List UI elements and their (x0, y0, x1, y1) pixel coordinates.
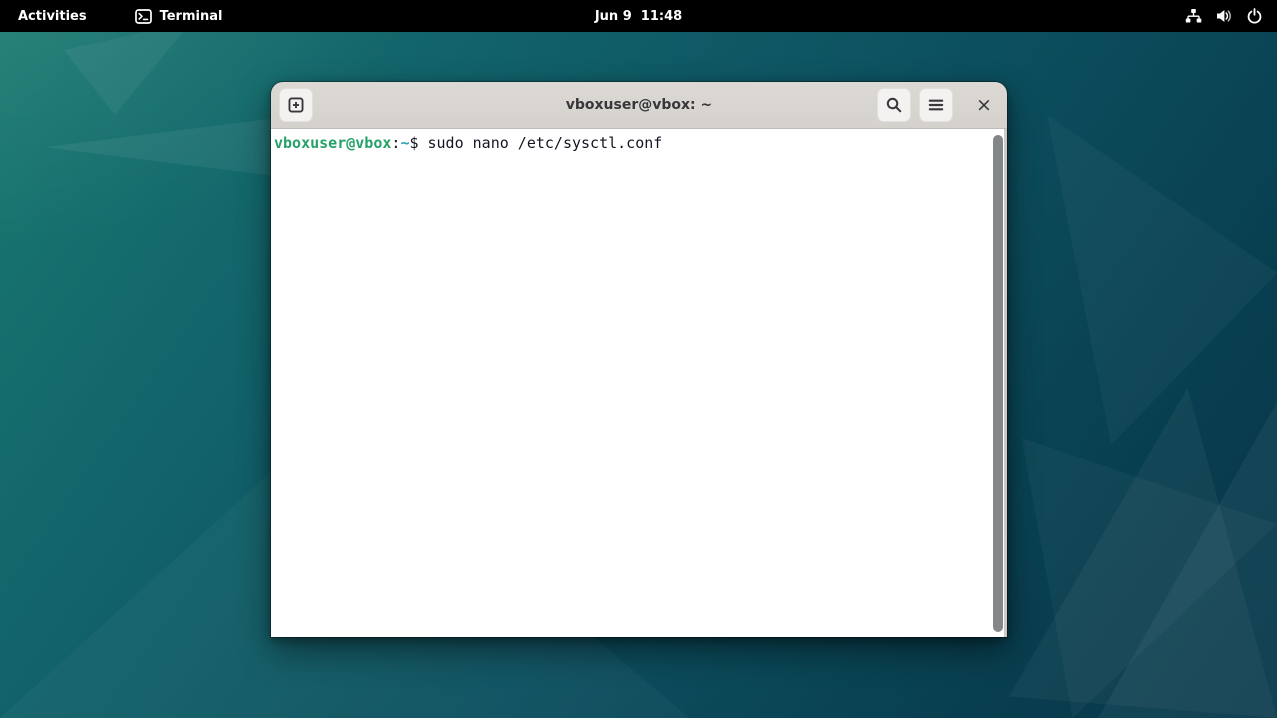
network-wired-icon (1185, 8, 1202, 24)
terminal-prompt-line: vboxuser@vbox:~$sudo nano /etc/sysctl.co… (274, 134, 990, 153)
power-icon (1246, 8, 1263, 25)
top-bar: Activities Terminal Jun 9 11:48 (0, 0, 1277, 32)
new-tab-icon (287, 96, 305, 114)
desktop: Activities Terminal Jun 9 11:48 (0, 0, 1277, 718)
terminal-icon (135, 9, 152, 24)
search-button[interactable] (877, 88, 911, 122)
system-status-area[interactable] (1173, 0, 1277, 32)
typed-command: sudo nano /etc/sysctl.conf (428, 134, 663, 152)
search-icon (885, 96, 903, 114)
close-icon: × (976, 94, 992, 116)
menu-icon (927, 96, 945, 114)
window-title: vboxuser@vbox: ~ (566, 97, 713, 113)
terminal-window: vboxuser@vbox: ~ (271, 82, 1007, 637)
focused-app-menu[interactable]: Terminal (123, 0, 235, 32)
clock-button[interactable]: Jun 9 11:48 (583, 0, 694, 32)
scrollbar-thumb[interactable] (993, 135, 1003, 632)
activities-button[interactable]: Activities (6, 0, 99, 32)
prompt-symbol: $ (409, 134, 418, 152)
close-button[interactable]: × (969, 88, 999, 122)
focused-app-label: Terminal (160, 9, 223, 24)
volume-icon (1215, 8, 1233, 24)
titlebar-actions: × (877, 88, 999, 122)
prompt-user-host: vboxuser@vbox (274, 134, 391, 152)
titlebar[interactable]: vboxuser@vbox: ~ (271, 82, 1007, 129)
new-tab-button[interactable] (279, 88, 313, 122)
menu-button[interactable] (919, 88, 953, 122)
terminal-content[interactable]: vboxuser@vbox:~$sudo nano /etc/sysctl.co… (271, 129, 1007, 637)
